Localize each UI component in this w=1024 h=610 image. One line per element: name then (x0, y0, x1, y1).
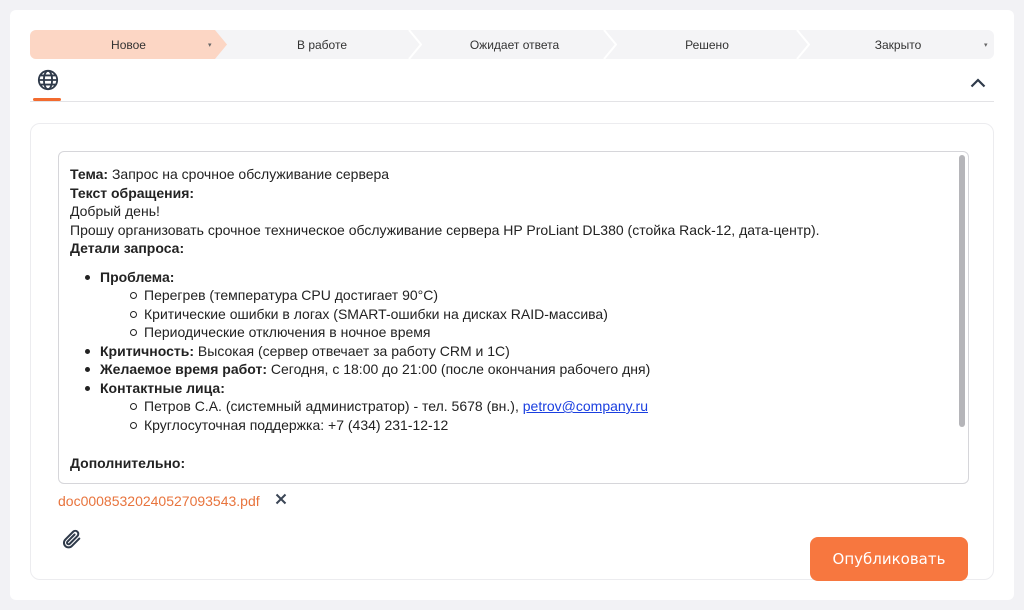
stage-awaiting-reply[interactable]: Ожидает ответа (417, 30, 612, 59)
list-item: Круглосуточная поддержка: +7 (434) 231-1… (130, 416, 948, 435)
body-heading: Текст обращения: (70, 184, 948, 203)
list-item: Проблема: Перегрев (температура CPU дост… (85, 268, 948, 342)
email-link[interactable]: petrov@company.ru (523, 398, 648, 414)
attach-file-button[interactable] (59, 528, 85, 554)
preferred-time-value: Сегодня, с 18:00 до 21:00 (после окончан… (270, 361, 651, 377)
stage-label: В работе (296, 37, 347, 52)
attachment-item: doc00085320240527093543.pdf (58, 492, 288, 510)
details-heading: Детали запроса: (70, 239, 948, 258)
list-item: Перегрев (температура CPU достигает 90°C… (130, 286, 948, 305)
list-item: Периодические отключения в ночное время (130, 323, 948, 342)
globe-icon (37, 69, 59, 96)
problem-label: Проблема: (100, 268, 175, 285)
close-icon (275, 492, 287, 510)
contacts-label: Контактные лица: (100, 379, 225, 396)
reply-composer: Тема: Запрос на срочное обслуживание сер… (30, 123, 994, 581)
stage-new[interactable]: Новое ▾ (30, 30, 227, 59)
list-item: Петров С.А. (системный администратор) - … (130, 397, 948, 416)
publish-button[interactable]: Опубликовать (810, 537, 968, 581)
details-list: Проблема: Перегрев (температура CPU дост… (85, 268, 948, 435)
request-line: Прошу организовать срочное техническое о… (70, 221, 820, 238)
list-item: Контактные лица: Петров С.А. (системный … (85, 379, 948, 435)
criticality-label: Критичность: (100, 342, 195, 359)
status-pipeline: Новое ▾ В работе Ожидает ответа Решено З… (30, 30, 994, 59)
caret-down-icon: ▾ (984, 42, 988, 49)
stage-in-progress[interactable]: В работе (227, 30, 417, 59)
contacts-list: Петров С.А. (системный администратор) - … (130, 397, 948, 435)
ticket-panel: Новое ▾ В работе Ожидает ответа Решено З… (10, 10, 1014, 600)
remove-attachment-button[interactable] (274, 492, 288, 510)
stage-label: Новое (111, 37, 146, 52)
paperclip-icon (61, 528, 83, 555)
greeting: Добрый день! (70, 203, 160, 219)
details-label: Детали запроса: (70, 240, 185, 256)
subject-text: Запрос на срочное обслуживание сервера (111, 166, 390, 182)
collapse-button[interactable] (968, 74, 988, 94)
problem-list: Перегрев (температура CPU достигает 90°C… (130, 286, 948, 342)
contact-text: Петров С.А. (системный администратор) - … (144, 398, 519, 414)
body-label: Текст обращения: (70, 184, 195, 201)
subject-line: Тема: Запрос на срочное обслуживание сер… (70, 165, 948, 184)
chevron-up-icon (970, 75, 986, 93)
scrollbar-thumb[interactable] (959, 155, 965, 427)
tab-public-reply[interactable] (34, 68, 62, 96)
active-tab-indicator (33, 98, 61, 101)
additional-label: Дополнительно: (70, 455, 186, 471)
stage-closed[interactable]: Закрыто ▾ (802, 30, 994, 59)
stage-label: Решено (685, 37, 729, 52)
list-item: Критические ошибки в логах (SMART-ошибки… (130, 305, 948, 324)
message-editor[interactable]: Тема: Запрос на срочное обслуживание сер… (58, 151, 969, 484)
caret-down-icon: ▾ (208, 42, 212, 49)
list-item: Желаемое время работ: Сегодня, с 18:00 д… (85, 360, 948, 379)
list-item: Критичность: Высокая (сервер отвечает за… (85, 342, 948, 361)
stage-label: Ожидает ответа (469, 37, 560, 52)
stage-label: Закрыто (874, 37, 922, 52)
attachment-filename[interactable]: doc00085320240527093543.pdf (58, 493, 260, 509)
criticality-value: Высокая (сервер отвечает за работу CRM и… (197, 342, 510, 359)
additional-heading: Дополнительно: (70, 454, 948, 473)
editor-content: Тема: Запрос на срочное обслуживание сер… (70, 165, 948, 473)
stage-resolved[interactable]: Решено (612, 30, 802, 59)
subject-label: Тема: (70, 166, 109, 182)
preferred-time-label: Желаемое время работ: (100, 361, 268, 377)
editor-tabs (30, 64, 994, 102)
